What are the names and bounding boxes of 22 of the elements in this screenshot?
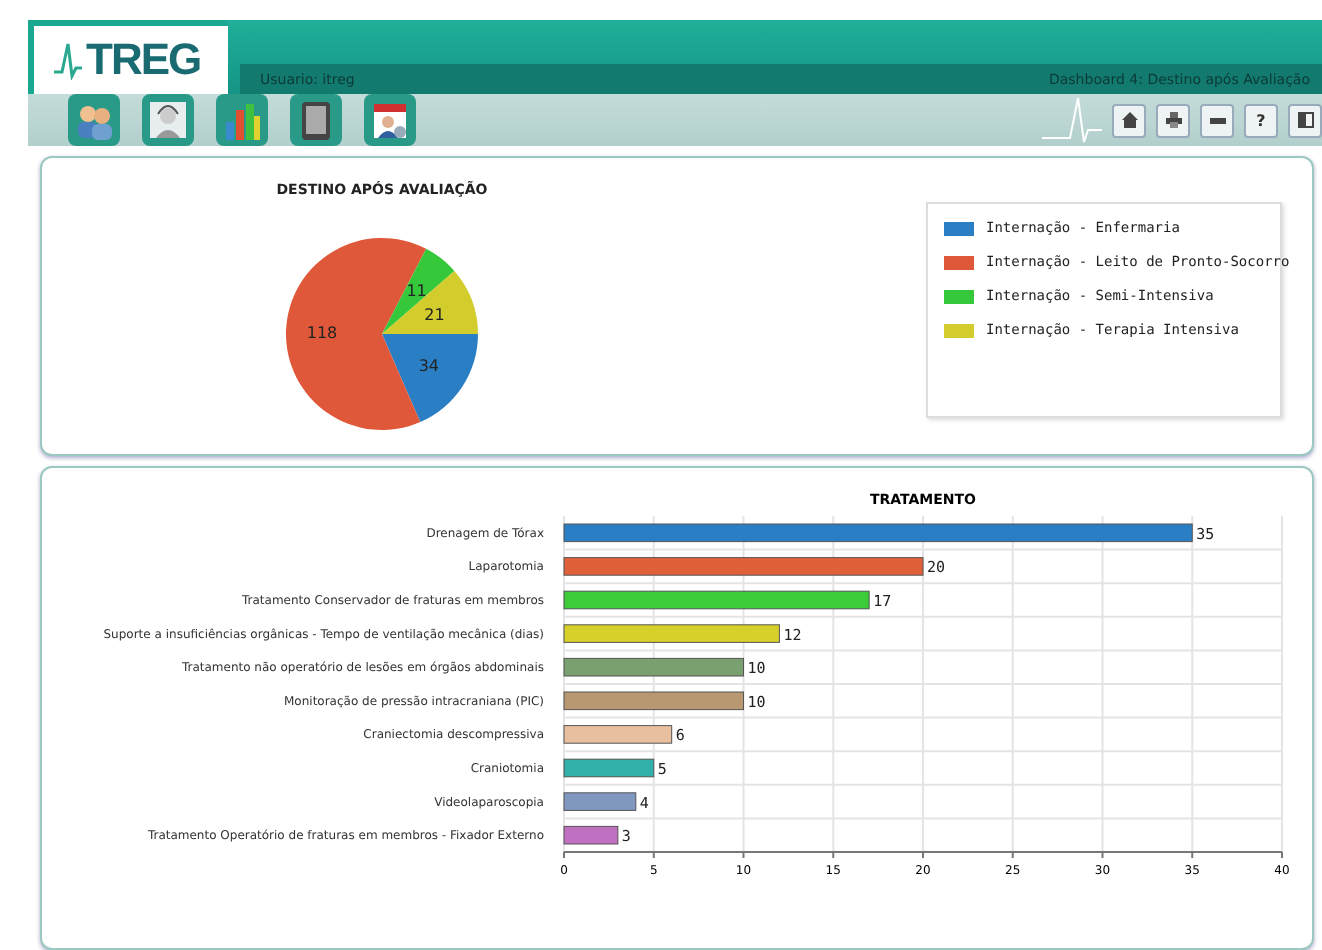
calendar-button[interactable] <box>364 94 416 146</box>
slice-label: 11 <box>406 281 427 300</box>
exit-icon <box>1297 112 1313 128</box>
exit-button[interactable] <box>1288 103 1322 137</box>
calendar-icon <box>368 98 412 142</box>
help-button[interactable]: ? <box>1244 103 1278 137</box>
home-icon <box>1121 112 1137 128</box>
print-button[interactable] <box>1156 103 1190 137</box>
minimize-button[interactable] <box>1200 103 1234 137</box>
doctor-button[interactable] <box>142 94 194 146</box>
tablet-button[interactable] <box>290 94 342 146</box>
chart-icon <box>220 98 264 142</box>
logo-text: TREG <box>86 34 201 86</box>
doctor-icon <box>146 98 190 142</box>
printer-icon <box>1165 112 1181 128</box>
slice-label: 118 <box>306 323 338 342</box>
pulse-icon <box>54 40 82 80</box>
heartbeat-drawing <box>1042 94 1102 146</box>
slice-label: 21 <box>424 306 445 325</box>
minus-icon <box>1209 117 1225 123</box>
slice-label: 34 <box>418 356 439 375</box>
home-button[interactable] <box>1112 103 1146 137</box>
